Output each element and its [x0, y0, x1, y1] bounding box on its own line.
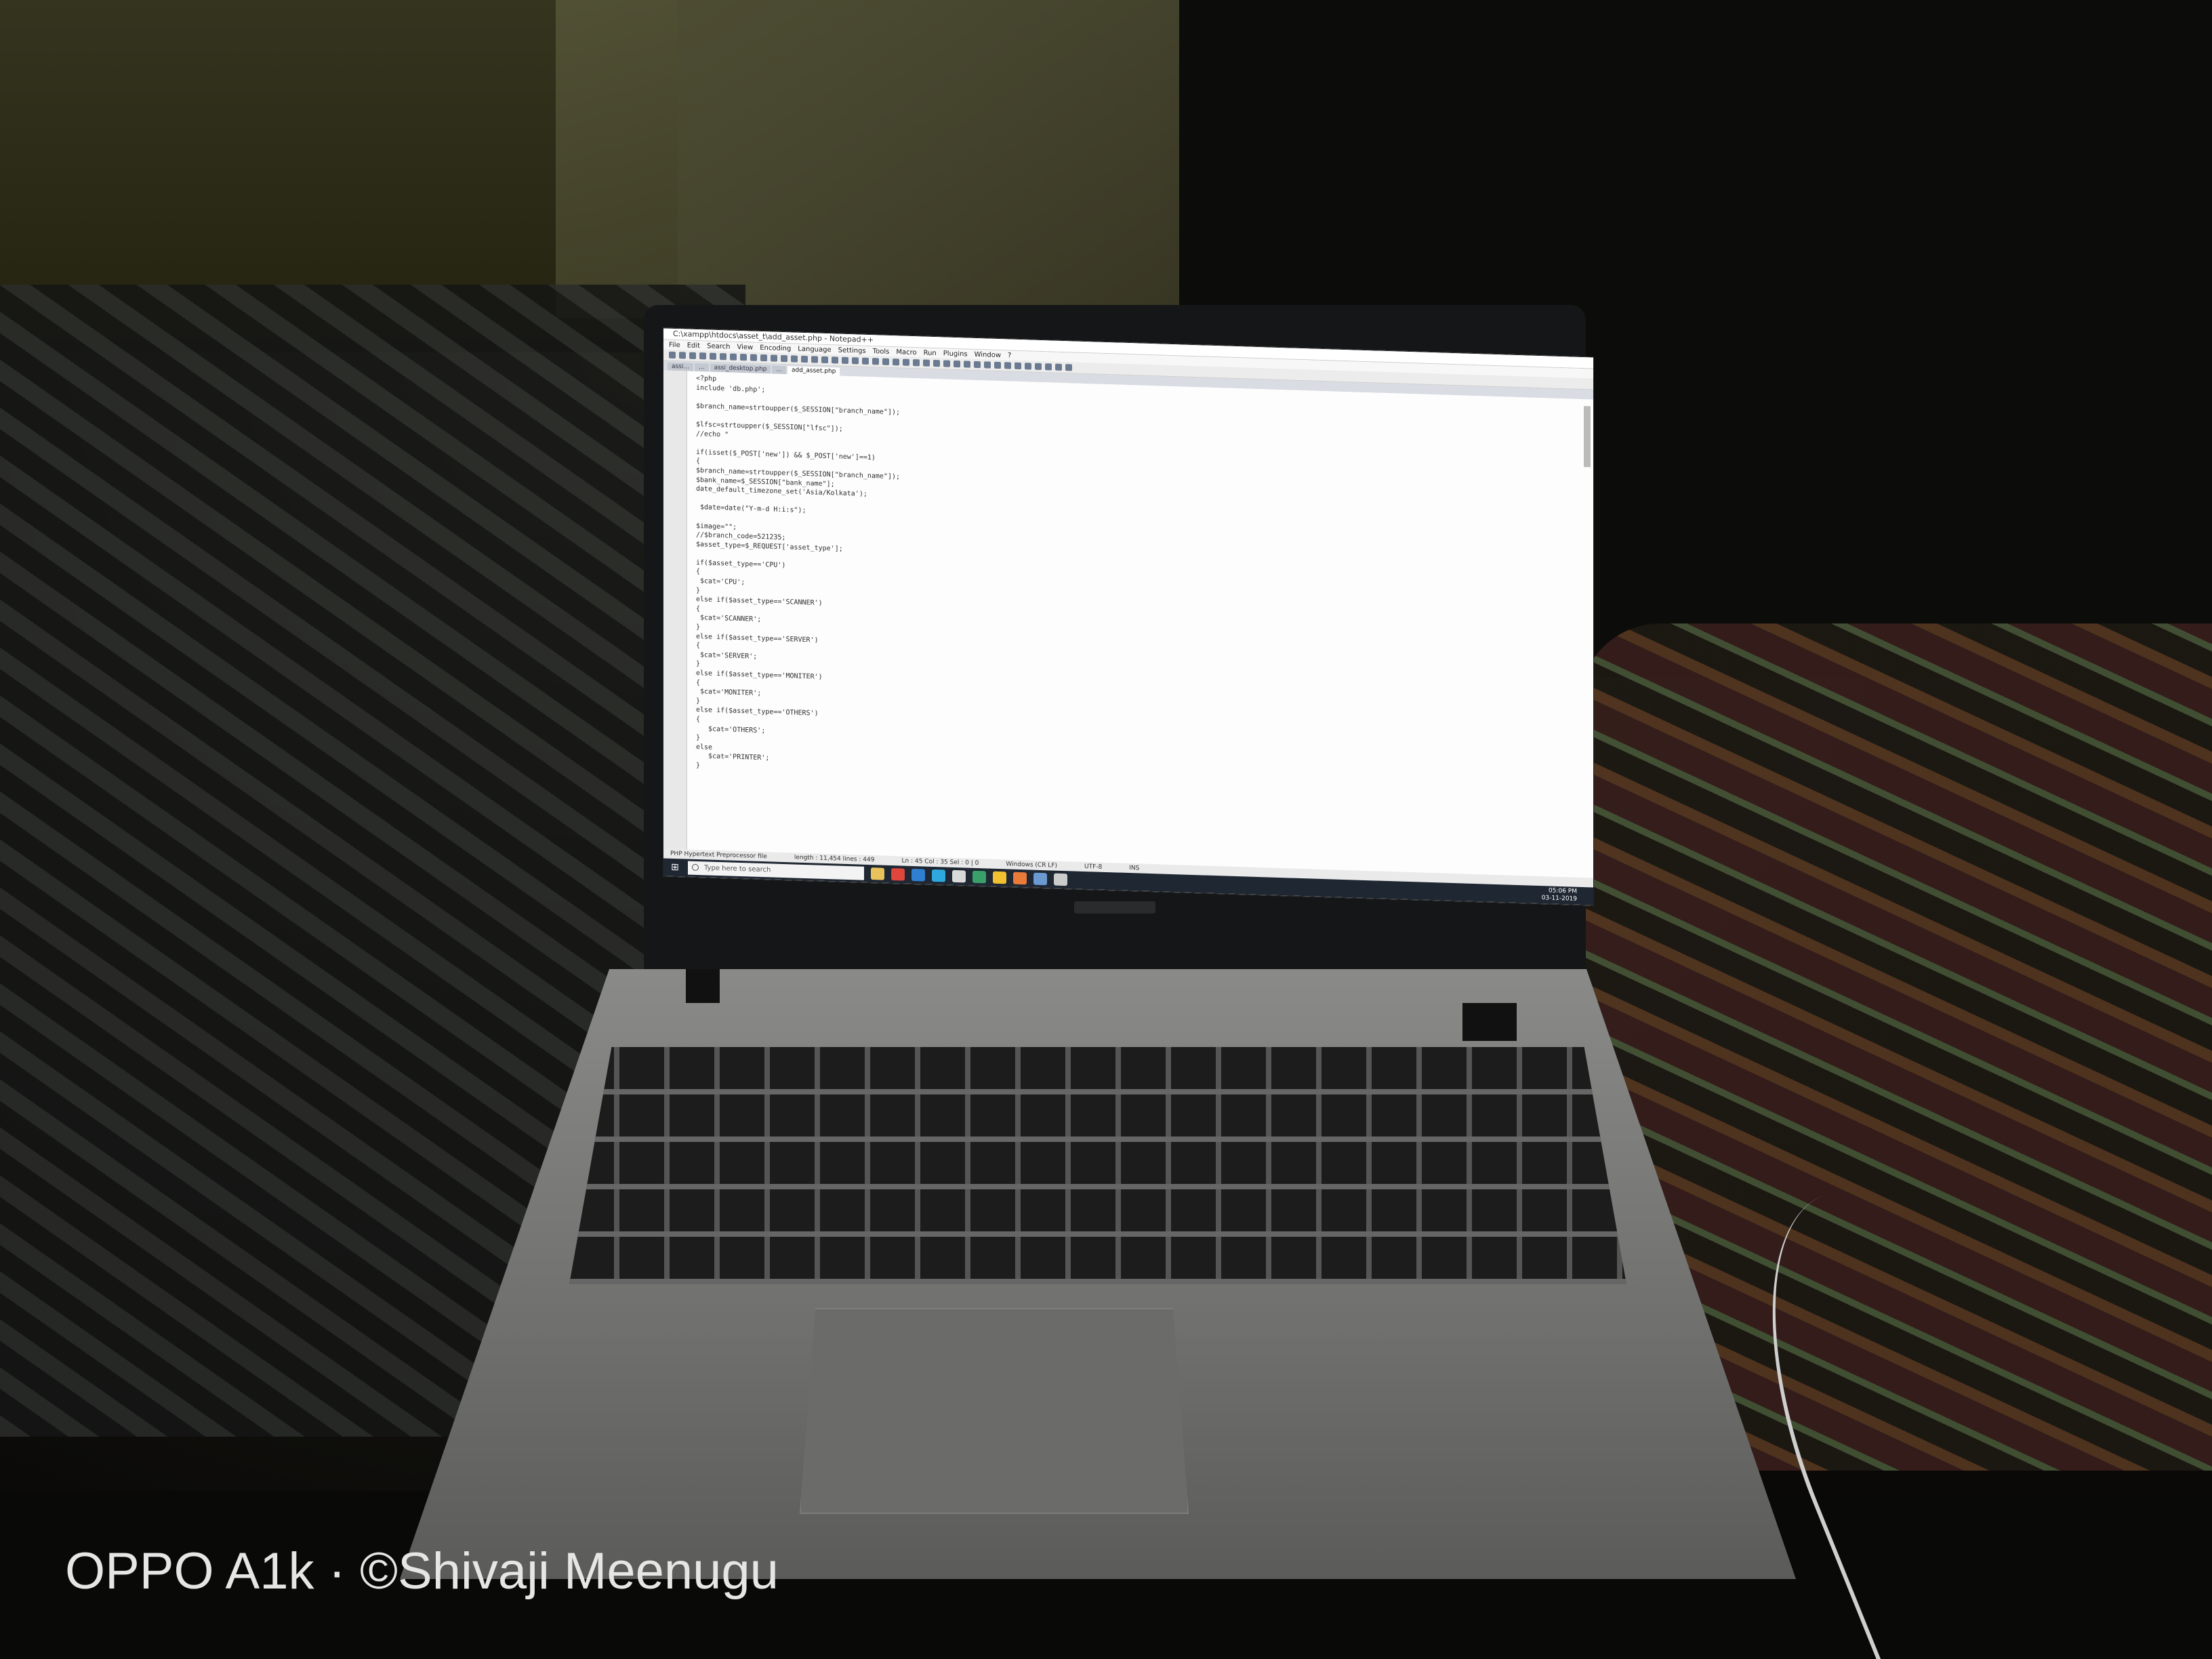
clock-date: 03-11-2019 — [1541, 895, 1577, 903]
toolbar-button-icon[interactable] — [933, 359, 940, 367]
status-position: Ln : 45 Col : 35 Sel : 0 | 0 — [901, 857, 979, 867]
toolbar-button-icon[interactable] — [710, 352, 716, 360]
taskbar-app-icon[interactable] — [1054, 873, 1067, 886]
menu-item[interactable]: File — [669, 341, 680, 349]
keyboard-rows — [569, 1047, 1626, 1284]
toolbar-button-icon[interactable] — [1065, 364, 1072, 371]
taskbar-app-icon[interactable] — [891, 868, 905, 881]
taskbar-search-input[interactable]: Type here to search — [688, 861, 864, 880]
menu-item[interactable]: Edit — [687, 342, 700, 350]
hinge-right — [1462, 1003, 1517, 1041]
status-insert-mode: INS — [1129, 865, 1140, 872]
toolbar-button-icon[interactable] — [1035, 363, 1042, 370]
hinge-left — [686, 969, 720, 1003]
toolbar-button-icon[interactable] — [974, 361, 981, 369]
status-encoding: UTF-8 — [1084, 863, 1103, 871]
toolbar-button-icon[interactable] — [781, 354, 787, 363]
menu-item[interactable]: Search — [707, 342, 730, 350]
code-editor[interactable]: <?php include 'db.php'; $branch_name=strt… — [663, 370, 1593, 878]
toolbar-button-icon[interactable] — [750, 354, 757, 361]
toolbar-button-icon[interactable] — [679, 352, 686, 359]
taskbar-app-icon[interactable] — [1013, 872, 1027, 885]
code-text[interactable]: <?php include 'db.php'; $branch_name=strt… — [696, 374, 1580, 798]
toolbar-button-icon[interactable] — [832, 356, 838, 364]
toolbar-button-icon[interactable] — [954, 360, 960, 368]
file-tab[interactable]: ... — [694, 363, 709, 372]
toolbar-button-icon[interactable] — [1045, 363, 1052, 371]
search-icon — [692, 863, 699, 872]
menu-item[interactable]: View — [737, 343, 753, 351]
toolbar-button-icon[interactable] — [943, 360, 950, 367]
menu-item[interactable]: Run — [924, 349, 937, 357]
menu-item[interactable]: Plugins — [943, 350, 968, 358]
toolbar-button-icon[interactable] — [984, 361, 991, 369]
toolbar-button-icon[interactable] — [811, 356, 818, 363]
toolbar-button-icon[interactable] — [903, 359, 909, 366]
toolbar-button-icon[interactable] — [882, 358, 889, 365]
taskbar-app-icon[interactable] — [932, 869, 945, 882]
toolbar-button-icon[interactable] — [842, 356, 848, 365]
toolbar-button-icon[interactable] — [771, 354, 777, 362]
menu-item[interactable]: Window — [975, 350, 1001, 359]
status-eol: Windows (CR LF) — [1006, 861, 1058, 869]
toolbar-button-icon[interactable] — [893, 359, 899, 366]
photo-scene: C:\xampp\htdocs\asset_t\add_asset.php - … — [0, 0, 2212, 1659]
background-poster — [556, 0, 1179, 319]
windows-start-icon[interactable]: ⊞ — [668, 860, 682, 876]
toolbar-button-icon[interactable] — [791, 355, 798, 363]
toolbar-button-icon[interactable] — [1015, 362, 1021, 370]
search-placeholder: Type here to search — [704, 864, 771, 874]
taskbar-app-icon[interactable] — [993, 871, 1006, 884]
taskbar-app-icon[interactable] — [952, 869, 966, 883]
toolbar-button-icon[interactable] — [1025, 363, 1031, 370]
laptop-brand-logo — [1074, 901, 1155, 914]
toolbar-button-icon[interactable] — [689, 352, 696, 359]
touchpad — [800, 1308, 1189, 1514]
taskbar-app-icon[interactable] — [871, 867, 884, 880]
toolbar-button-icon[interactable] — [740, 353, 747, 361]
toolbar-button-icon[interactable] — [730, 353, 737, 361]
menu-item[interactable]: Language — [798, 345, 831, 354]
toolbar-button-icon[interactable] — [669, 351, 676, 359]
toolbar-button-icon[interactable] — [821, 356, 828, 364]
taskbar-app-icon[interactable] — [972, 870, 986, 884]
toolbar-button-icon[interactable] — [862, 357, 869, 365]
file-tab[interactable]: ... — [772, 365, 786, 375]
vertical-scrollbar[interactable] — [1584, 406, 1591, 468]
toolbar-button-icon[interactable] — [872, 358, 879, 365]
toolbar-button-icon[interactable] — [720, 353, 726, 361]
line-number-gutter — [663, 370, 687, 850]
photo-watermark: OPPO A1k · ©Shivaji Meenugu — [65, 1542, 779, 1600]
toolbar-button-icon[interactable] — [760, 354, 767, 362]
toolbar-button-icon[interactable] — [923, 359, 930, 367]
toolbar-button-icon[interactable] — [1055, 363, 1062, 371]
menu-item[interactable]: Settings — [838, 346, 866, 354]
system-tray-clock[interactable]: 05:06 PM 03-11-2019 — [1542, 887, 1593, 903]
taskbar-app-icon[interactable] — [1033, 872, 1047, 886]
menu-item[interactable]: Tools — [873, 348, 890, 356]
menu-item[interactable]: Encoding — [760, 344, 791, 352]
menu-item[interactable]: ? — [1008, 352, 1011, 359]
laptop-screen: C:\xampp\htdocs\asset_t\add_asset.php - … — [663, 327, 1594, 906]
toolbar-button-icon[interactable] — [801, 355, 808, 363]
toolbar-button-icon[interactable] — [852, 357, 859, 365]
toolbar-button-icon[interactable] — [913, 359, 920, 367]
toolbar-button-icon[interactable] — [1004, 362, 1011, 369]
toolbar-button-icon[interactable] — [964, 361, 970, 368]
toolbar-button-icon[interactable] — [994, 361, 1001, 369]
menu-item[interactable]: Macro — [896, 348, 916, 356]
toolbar-button-icon[interactable] — [699, 352, 706, 360]
taskbar-app-icon[interactable] — [912, 868, 925, 882]
